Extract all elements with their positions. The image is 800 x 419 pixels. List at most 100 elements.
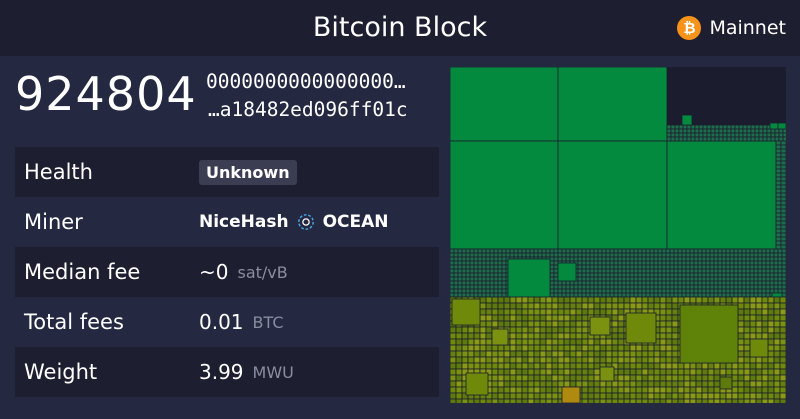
transaction-square[interactable] xyxy=(545,332,553,340)
transaction-square[interactable] xyxy=(757,280,763,286)
transaction-square[interactable] xyxy=(641,256,647,262)
transaction-square[interactable] xyxy=(775,180,782,186)
transaction-square[interactable] xyxy=(733,284,739,290)
transaction-square[interactable] xyxy=(742,128,748,134)
transaction-square[interactable] xyxy=(491,380,499,388)
transaction-square[interactable] xyxy=(457,292,463,298)
transaction-square[interactable] xyxy=(689,268,695,274)
transaction-square[interactable] xyxy=(737,398,745,403)
transaction-square[interactable] xyxy=(775,228,782,234)
transaction-square[interactable] xyxy=(455,344,463,352)
transaction-square[interactable] xyxy=(665,314,673,322)
transaction-square[interactable] xyxy=(501,248,507,254)
transaction-square[interactable] xyxy=(737,302,745,310)
transaction-square[interactable] xyxy=(617,256,623,262)
transaction-square[interactable] xyxy=(653,276,659,282)
transaction-square[interactable] xyxy=(497,260,503,266)
transaction-square[interactable] xyxy=(601,284,607,290)
transaction-square[interactable] xyxy=(761,260,767,266)
transaction-square[interactable] xyxy=(481,252,487,258)
transaction-square[interactable] xyxy=(749,296,757,304)
transaction-square[interactable] xyxy=(623,356,631,364)
transaction-square[interactable] xyxy=(589,272,595,278)
transaction-square[interactable] xyxy=(509,320,517,328)
transaction-square[interactable] xyxy=(683,392,691,400)
transaction-square[interactable] xyxy=(551,314,559,322)
transaction-square[interactable] xyxy=(707,368,715,376)
transaction-square[interactable] xyxy=(517,252,523,258)
transaction-square[interactable] xyxy=(565,292,571,298)
transaction-square[interactable] xyxy=(782,132,786,138)
transaction-square[interactable] xyxy=(545,248,551,254)
transaction-square[interactable] xyxy=(450,386,457,394)
transaction-square[interactable] xyxy=(645,264,651,270)
transaction-square[interactable] xyxy=(767,302,775,310)
transaction-square[interactable] xyxy=(698,136,704,142)
transaction-square[interactable] xyxy=(515,302,523,310)
transaction-square[interactable] xyxy=(465,292,471,298)
transaction-square[interactable] xyxy=(477,264,483,270)
transaction-square[interactable] xyxy=(589,260,595,266)
transaction-square[interactable] xyxy=(625,312,657,344)
transaction-square[interactable] xyxy=(701,248,707,254)
transaction-square[interactable] xyxy=(753,268,759,274)
transaction-square[interactable] xyxy=(713,296,721,304)
transaction-square[interactable] xyxy=(527,398,535,403)
transaction-square[interactable] xyxy=(774,132,780,138)
transaction-square[interactable] xyxy=(527,380,535,388)
transaction-square[interactable] xyxy=(749,308,757,316)
transaction-square[interactable] xyxy=(509,332,517,340)
transaction-square[interactable] xyxy=(685,248,691,254)
transaction-square[interactable] xyxy=(575,320,583,328)
transaction-square[interactable] xyxy=(450,398,457,403)
transaction-square[interactable] xyxy=(625,284,631,290)
transaction-square[interactable] xyxy=(589,276,595,282)
transaction-square[interactable] xyxy=(729,284,735,290)
transaction-square[interactable] xyxy=(501,288,507,294)
transaction-square[interactable] xyxy=(737,296,745,304)
transaction-square[interactable] xyxy=(465,272,471,278)
transaction-square[interactable] xyxy=(609,288,615,294)
transaction-square[interactable] xyxy=(683,374,691,382)
transaction-square[interactable] xyxy=(509,350,517,358)
transaction-square[interactable] xyxy=(745,248,751,254)
transaction-square[interactable] xyxy=(611,338,619,346)
transaction-square[interactable] xyxy=(450,256,455,262)
transaction-square[interactable] xyxy=(485,308,493,316)
transaction-square[interactable] xyxy=(577,292,583,298)
transaction-square[interactable] xyxy=(773,314,781,322)
transaction-square[interactable] xyxy=(725,398,733,403)
transaction-square[interactable] xyxy=(601,292,607,298)
transaction-square[interactable] xyxy=(697,280,703,286)
transaction-square[interactable] xyxy=(645,292,651,298)
transaction-square[interactable] xyxy=(741,264,747,270)
transaction-square[interactable] xyxy=(689,248,695,254)
transaction-square[interactable] xyxy=(557,380,565,388)
transaction-square[interactable] xyxy=(521,362,529,370)
transaction-square[interactable] xyxy=(593,362,601,370)
transaction-square[interactable] xyxy=(685,280,691,286)
transaction-square[interactable] xyxy=(479,320,487,328)
transaction-square[interactable] xyxy=(521,252,527,258)
transaction-square[interactable] xyxy=(633,248,639,254)
transaction-square[interactable] xyxy=(649,276,655,282)
transaction-square[interactable] xyxy=(682,132,688,138)
transaction-square[interactable] xyxy=(781,260,786,266)
transaction-square[interactable] xyxy=(593,256,599,262)
transaction-square[interactable] xyxy=(503,386,511,394)
transaction-square[interactable] xyxy=(489,288,495,294)
transaction-square[interactable] xyxy=(497,292,503,298)
transaction-square[interactable] xyxy=(551,392,559,400)
transaction-square[interactable] xyxy=(473,288,479,294)
transaction-square[interactable] xyxy=(773,320,781,328)
transaction-square[interactable] xyxy=(674,136,680,142)
transaction-square[interactable] xyxy=(633,272,639,278)
transaction-square[interactable] xyxy=(589,256,595,262)
transaction-square[interactable] xyxy=(683,368,691,376)
transaction-square[interactable] xyxy=(689,292,695,298)
transaction-square[interactable] xyxy=(515,356,523,364)
transaction-square[interactable] xyxy=(581,344,589,352)
transaction-square[interactable] xyxy=(649,292,655,298)
transaction-square[interactable] xyxy=(761,398,769,403)
transaction-square[interactable] xyxy=(701,256,707,262)
